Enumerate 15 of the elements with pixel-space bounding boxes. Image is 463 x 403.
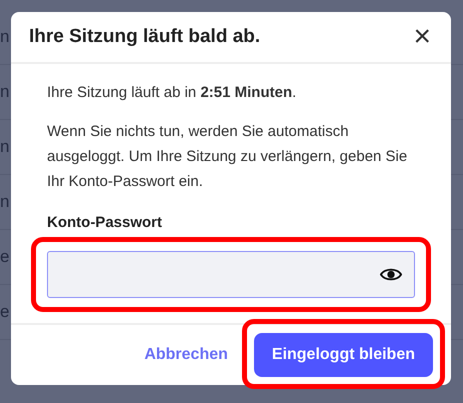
background-text: n (0, 82, 10, 102)
stay-logged-in-button[interactable]: Eingeloggt bleiben (254, 333, 433, 377)
cancel-button[interactable]: Abbrechen (144, 346, 228, 364)
background-text: n (0, 192, 10, 212)
explanation-text: Wenn Sie nichts tun, werden Sie automatisch ausgeloggt. Um Ihre Sitzung zu verlängern, geben Sie Ihr Konto-Passwort ein. (47, 122, 408, 192)
background-text: n (0, 27, 10, 47)
background-text: e (0, 302, 10, 322)
background-text: n (0, 137, 10, 157)
field-label: Konto-Passwort (47, 214, 164, 231)
eye-icon[interactable] (380, 267, 402, 282)
background-text: e (0, 247, 10, 267)
dialog-title: Ihre Sitzung läuft bald ab. (29, 26, 260, 48)
close-button[interactable]: × (413, 22, 431, 52)
password-field[interactable] (47, 251, 415, 298)
expiry-message: Ihre Sitzung läuft ab in 2:51 Minuten. (47, 83, 298, 103)
